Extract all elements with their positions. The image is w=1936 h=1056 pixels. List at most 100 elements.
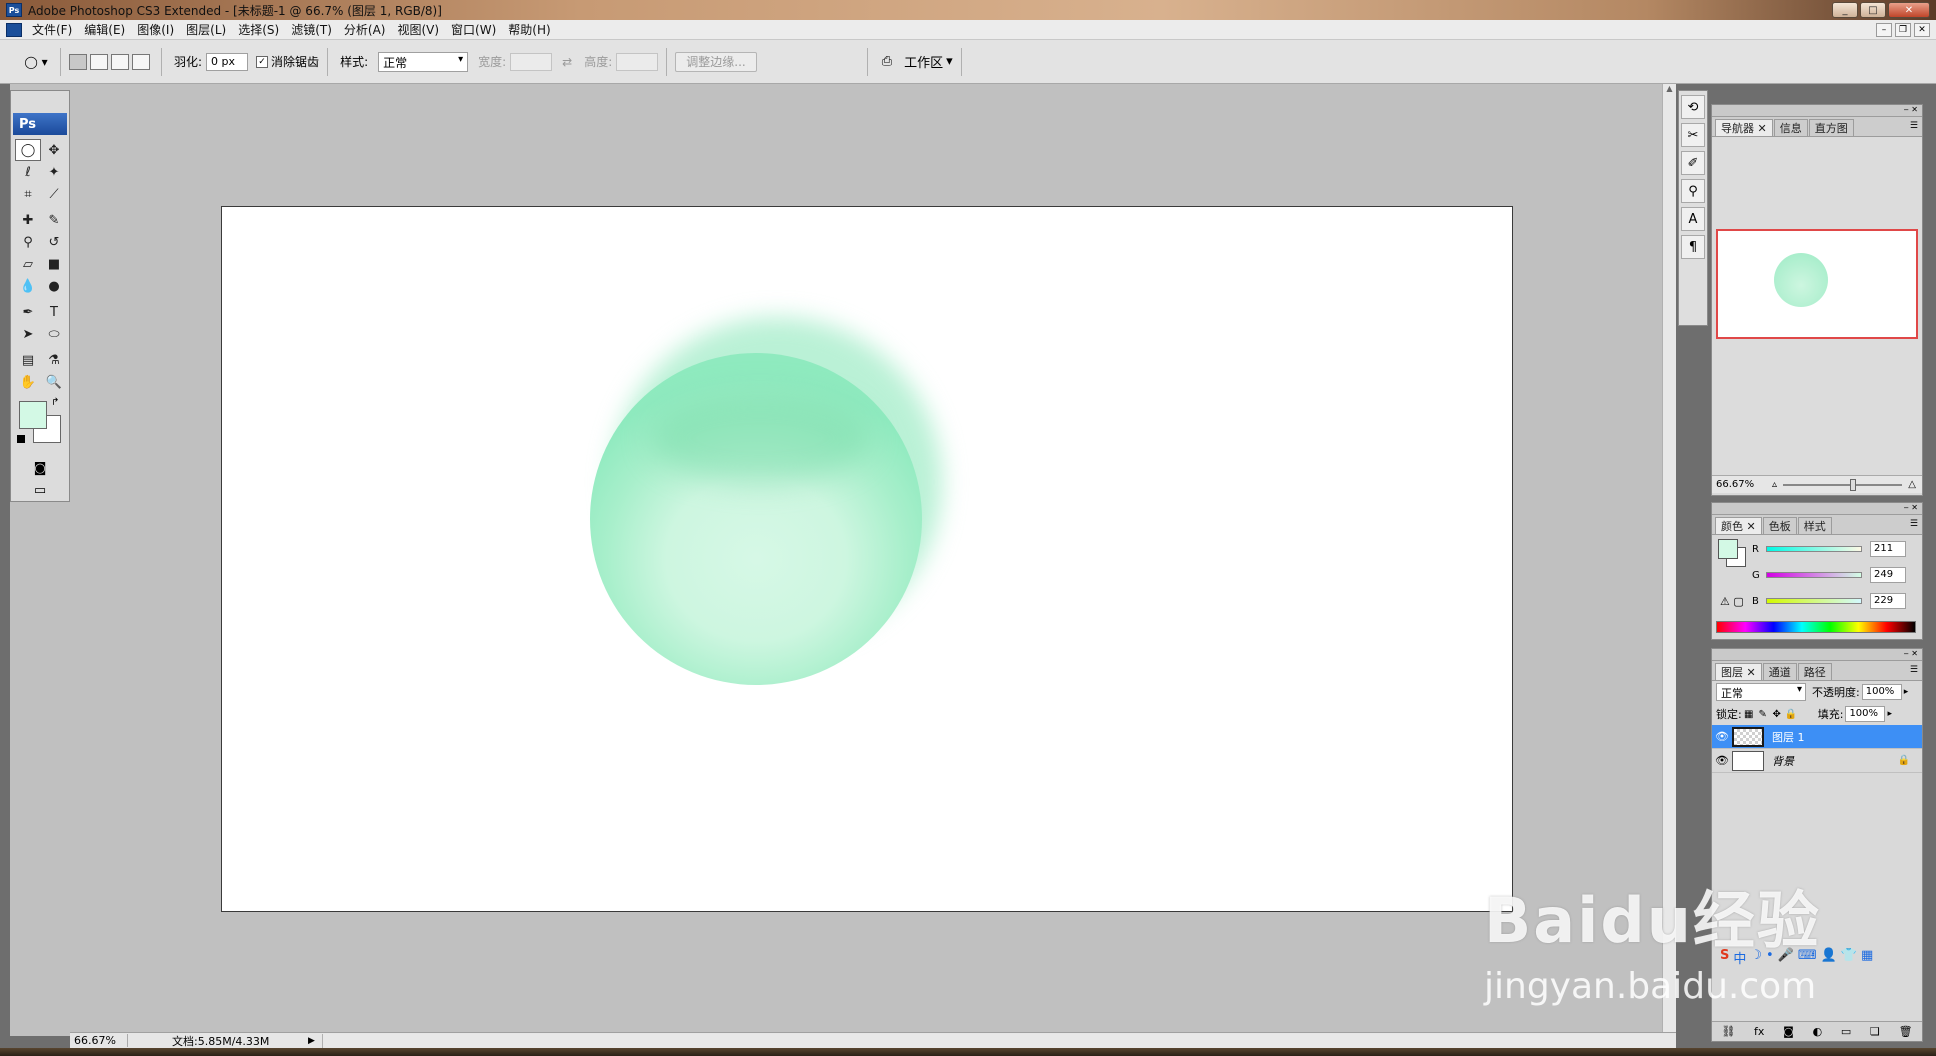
- swap-colors-icon[interactable]: ↱: [51, 397, 59, 408]
- pen-tool-icon[interactable]: ✒: [15, 301, 41, 323]
- layer-style-icon[interactable]: fx: [1754, 1025, 1764, 1038]
- lock-pixels-icon[interactable]: ✎: [1756, 709, 1770, 720]
- tab-styles[interactable]: 样式: [1797, 517, 1832, 534]
- tab-swatches[interactable]: 色板: [1762, 517, 1797, 534]
- brush-tool-icon[interactable]: ✎: [41, 209, 67, 231]
- tool-presets-icon[interactable]: ✂: [1681, 123, 1705, 147]
- tab-layers[interactable]: 图层 ✕: [1715, 663, 1762, 680]
- fill-input[interactable]: 100%: [1845, 706, 1886, 722]
- menu-image[interactable]: 图像(I): [131, 21, 180, 38]
- menu-window[interactable]: 窗口(W): [445, 21, 502, 38]
- layers-panel-menu-icon[interactable]: ☰: [1910, 665, 1918, 675]
- canvas-horizontal-scrollbar[interactable]: [322, 1033, 1676, 1048]
- color-panel-collapse-icon[interactable]: ‒ ✕: [1712, 503, 1922, 515]
- paragraph-panel-icon[interactable]: ¶: [1681, 235, 1705, 259]
- new-group-icon[interactable]: ▭: [1841, 1025, 1851, 1038]
- adjustment-layer-icon[interactable]: ◐: [1813, 1025, 1823, 1038]
- default-colors-icon[interactable]: [17, 435, 25, 443]
- lock-all-icon[interactable]: 🔒: [1784, 709, 1798, 720]
- blue-slider[interactable]: [1766, 598, 1862, 604]
- add-selection-mode-icon[interactable]: [90, 53, 108, 70]
- screen-mode-icon[interactable]: ▭: [27, 481, 53, 499]
- zoom-in-icon[interactable]: △: [1908, 479, 1916, 490]
- layer-row[interactable]: 👁 图层 1: [1712, 725, 1922, 749]
- menu-layer[interactable]: 图层(L): [180, 21, 232, 38]
- refine-edge-button[interactable]: 调整边缘...: [675, 51, 757, 72]
- clone-stamp-tool-icon[interactable]: ⚲: [15, 231, 41, 253]
- notes-tool-icon[interactable]: ▤: [15, 349, 41, 371]
- status-menu-arrow-icon[interactable]: ▶: [308, 1036, 322, 1046]
- document-canvas[interactable]: [221, 206, 1513, 912]
- workspace-button[interactable]: 工作区 ▾: [904, 52, 953, 71]
- menu-analysis[interactable]: 分析(A): [338, 21, 392, 38]
- opacity-input[interactable]: 100%: [1861, 684, 1902, 700]
- tab-channels[interactable]: 通道: [1762, 663, 1797, 680]
- hand-tool-icon[interactable]: ✋: [15, 371, 41, 393]
- clone-source-icon[interactable]: ⚲: [1681, 179, 1705, 203]
- layer-mask-icon[interactable]: ◙: [1783, 1025, 1794, 1038]
- ime-grid-icon[interactable]: ▦: [1861, 948, 1873, 967]
- zoom-tool-icon[interactable]: 🔍: [41, 371, 67, 393]
- ime-skin-icon[interactable]: 👕: [1841, 948, 1857, 967]
- crop-tool-icon[interactable]: ⌗: [15, 183, 41, 205]
- history-brush-tool-icon[interactable]: ↺: [41, 231, 67, 253]
- navigator-zoom-slider[interactable]: [1783, 478, 1903, 491]
- color-panel-menu-icon[interactable]: ☰: [1910, 519, 1918, 529]
- new-layer-icon[interactable]: ❏: [1870, 1025, 1880, 1038]
- panel-menu-icon[interactable]: ☰: [1910, 121, 1918, 131]
- doc-restore-button[interactable]: ❐: [1895, 23, 1911, 37]
- visibility-eye-icon[interactable]: 👁: [1712, 730, 1732, 743]
- doc-minimize-button[interactable]: –: [1876, 23, 1892, 37]
- type-tool-icon[interactable]: T: [41, 301, 67, 323]
- minimize-button[interactable]: _: [1832, 2, 1858, 18]
- panel-collapse-icon[interactable]: ‒ ✕: [1712, 105, 1922, 117]
- menu-edit[interactable]: 编辑(E): [78, 21, 131, 38]
- layers-panel-collapse-icon[interactable]: ‒ ✕: [1712, 649, 1922, 661]
- gradient-tool-icon[interactable]: ■: [41, 253, 67, 275]
- ellipse-shape-tool-icon[interactable]: ⬭: [41, 323, 67, 345]
- doc-close-button[interactable]: ✕: [1914, 23, 1930, 37]
- elliptical-marquee-tool-icon[interactable]: ◯: [15, 139, 41, 161]
- scroll-up-icon[interactable]: ▲: [1663, 84, 1676, 98]
- green-value[interactable]: 249: [1870, 567, 1906, 583]
- height-input[interactable]: [616, 52, 659, 71]
- close-button[interactable]: ✕: [1888, 2, 1930, 18]
- delete-layer-icon[interactable]: 🗑: [1899, 1025, 1913, 1038]
- elliptical-marquee-preset-icon[interactable]: ◯ ▾: [20, 50, 52, 74]
- path-selection-tool-icon[interactable]: ➤: [15, 323, 41, 345]
- subtract-selection-mode-icon[interactable]: [111, 53, 129, 70]
- link-layers-icon[interactable]: ⛓: [1721, 1025, 1735, 1038]
- history-panel-icon[interactable]: ⟲: [1681, 95, 1705, 119]
- tab-histogram[interactable]: 直方图: [1808, 119, 1854, 136]
- character-panel-icon[interactable]: A: [1681, 207, 1705, 231]
- width-input[interactable]: [510, 52, 553, 71]
- zoom-out-icon[interactable]: ▵: [1772, 479, 1777, 490]
- navigator-thumbnail[interactable]: [1716, 229, 1918, 339]
- intersect-selection-mode-icon[interactable]: [132, 53, 150, 70]
- lock-transparent-icon[interactable]: ▦: [1742, 709, 1756, 720]
- menu-filter[interactable]: 滤镜(T): [285, 21, 338, 38]
- lock-position-icon[interactable]: ✥: [1770, 709, 1784, 720]
- navigator-zoom-value[interactable]: 66.67%: [1712, 479, 1772, 490]
- menu-help[interactable]: 帮助(H): [502, 21, 556, 38]
- magic-wand-tool-icon[interactable]: ✦: [41, 161, 67, 183]
- blue-value[interactable]: 229: [1870, 593, 1906, 609]
- red-slider[interactable]: [1766, 546, 1862, 552]
- color-spectrum-bar[interactable]: [1716, 621, 1916, 633]
- move-tool-icon[interactable]: ✥: [41, 139, 67, 161]
- swap-icon[interactable]: ⇄: [562, 55, 572, 69]
- color-foreground-swatch[interactable]: [1718, 539, 1738, 559]
- red-value[interactable]: 211: [1870, 541, 1906, 557]
- document-icon[interactable]: [6, 22, 22, 37]
- eraser-tool-icon[interactable]: ▱: [15, 253, 41, 275]
- slice-tool-icon[interactable]: ⟋: [41, 183, 67, 205]
- tab-info[interactable]: 信息: [1773, 119, 1808, 136]
- opacity-arrow-icon[interactable]: ▸: [1904, 687, 1909, 697]
- tab-paths[interactable]: 路径: [1797, 663, 1832, 680]
- visibility-eye-icon[interactable]: 👁: [1712, 754, 1732, 767]
- healing-brush-tool-icon[interactable]: ✚: [15, 209, 41, 231]
- tab-color[interactable]: 颜色 ✕: [1715, 517, 1762, 534]
- new-selection-mode-icon[interactable]: [69, 53, 87, 70]
- fill-arrow-icon[interactable]: ▸: [1887, 709, 1892, 719]
- foreground-color-swatch[interactable]: [19, 401, 47, 429]
